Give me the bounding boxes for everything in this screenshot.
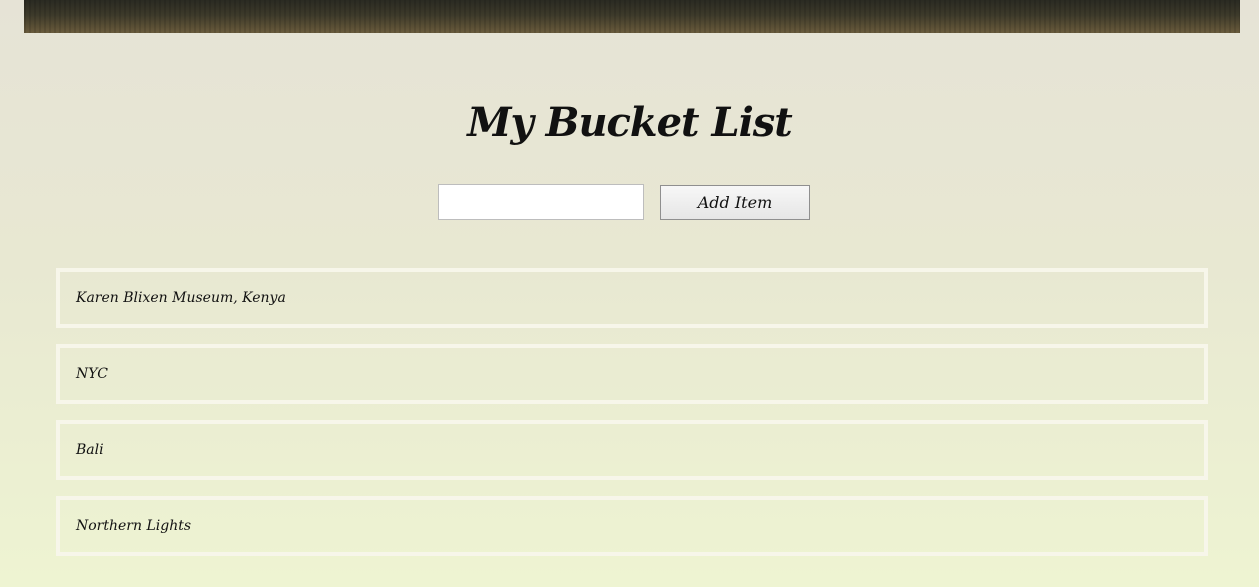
bucket-list: Karen Blixen Museum, Kenya NYC Bali Nort… bbox=[56, 268, 1208, 572]
list-item-label: Northern Lights bbox=[76, 518, 192, 534]
page-title: My Bucket List bbox=[467, 98, 793, 146]
list-item-label: Karen Blixen Museum, Kenya bbox=[76, 290, 286, 306]
list-item[interactable]: Northern Lights bbox=[56, 496, 1208, 556]
list-item[interactable]: Bali bbox=[56, 420, 1208, 480]
list-item[interactable]: NYC bbox=[56, 344, 1208, 404]
hero-image bbox=[24, 0, 1240, 33]
list-item-label: NYC bbox=[76, 366, 108, 382]
list-item[interactable]: Karen Blixen Museum, Kenya bbox=[56, 268, 1208, 328]
add-item-button[interactable]: Add Item bbox=[660, 185, 810, 220]
bucket-item-input[interactable] bbox=[438, 184, 644, 220]
list-item-label: Bali bbox=[76, 442, 104, 458]
